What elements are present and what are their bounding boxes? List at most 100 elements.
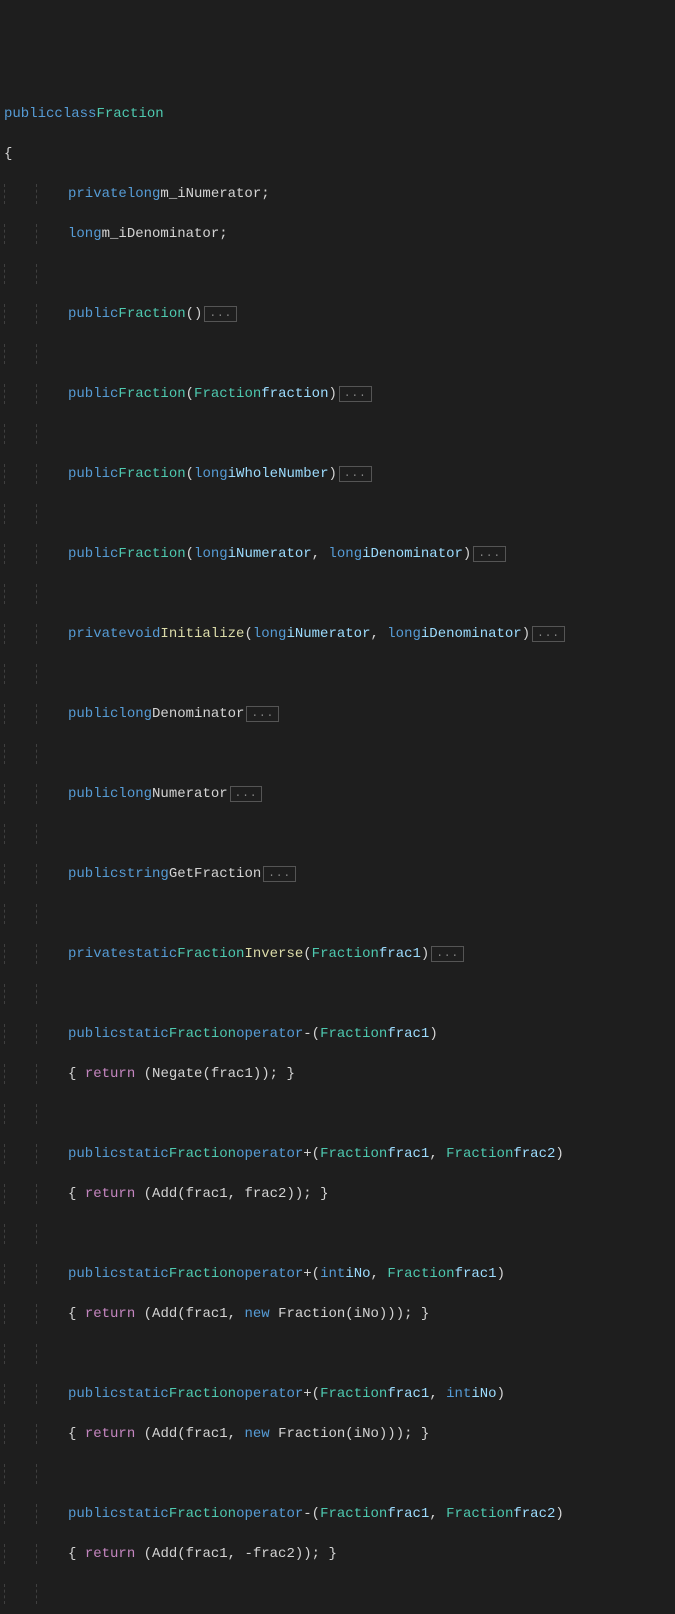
brace: { — [4, 144, 12, 164]
type: long — [253, 624, 287, 644]
param: iDenominator — [362, 544, 463, 564]
type: Fraction — [387, 1264, 454, 1284]
punct: , — [371, 1264, 388, 1284]
punct: ) — [328, 384, 336, 404]
code-line: public Fraction(long iWholeNumber)... — [4, 464, 675, 484]
punct: , — [370, 624, 387, 644]
param: iNumerator — [228, 544, 312, 564]
fold-marker[interactable]: ... — [230, 786, 263, 802]
keyword: public — [68, 1144, 118, 1164]
punct: ) — [522, 624, 530, 644]
blank-line — [4, 1224, 675, 1244]
punct: { — [68, 1544, 85, 1564]
blank-line — [4, 1464, 675, 1484]
type: Fraction — [169, 1024, 236, 1044]
keyword: static — [118, 1024, 168, 1044]
keyword: void — [127, 624, 161, 644]
keyword: operator — [236, 1384, 303, 1404]
param: iNo — [471, 1384, 496, 1404]
keyword: return — [85, 1184, 135, 1204]
keyword: public — [68, 704, 118, 724]
punct: { — [68, 1064, 85, 1084]
keyword: long — [118, 704, 152, 724]
param: frac2 — [513, 1504, 555, 1524]
keyword: public — [68, 1024, 118, 1044]
blank-line — [4, 584, 675, 604]
method: Fraction — [118, 304, 185, 324]
type: int — [320, 1264, 345, 1284]
type: Fraction — [194, 384, 261, 404]
body: Fraction(iNo))); } — [270, 1424, 430, 1444]
method: Initialize — [160, 624, 244, 644]
param: iDenominator — [421, 624, 522, 644]
type: Fraction — [177, 944, 244, 964]
property: Denominator — [152, 704, 244, 724]
punct: ; — [219, 224, 227, 244]
fold-marker[interactable]: ... — [263, 866, 296, 882]
keyword: private — [68, 944, 127, 964]
body: (Add(frac1, -frac2)); } — [135, 1544, 337, 1564]
fold-marker[interactable]: ... — [473, 546, 506, 562]
fold-marker[interactable]: ... — [246, 706, 279, 722]
body: (Add(frac1, — [135, 1304, 244, 1324]
keyword: long — [68, 224, 102, 244]
keyword: private — [68, 624, 127, 644]
keyword: long — [118, 784, 152, 804]
punct: , — [312, 544, 329, 564]
keyword: class — [54, 104, 96, 124]
punct: ) — [555, 1504, 563, 1524]
code-line: public static Fraction operator -(Fracti… — [4, 1504, 675, 1524]
punct: ( — [186, 464, 194, 484]
type: Fraction — [320, 1144, 387, 1164]
code-line: private static Fraction Inverse(Fraction… — [4, 944, 675, 964]
fold-marker[interactable]: ... — [339, 386, 372, 402]
method: Fraction — [118, 384, 185, 404]
blank-line — [4, 264, 675, 284]
type: Fraction — [446, 1504, 513, 1524]
keyword: public — [68, 304, 118, 324]
type: Fraction — [320, 1024, 387, 1044]
punct: ) — [555, 1144, 563, 1164]
fold-marker[interactable]: ... — [431, 946, 464, 962]
fold-marker[interactable]: ... — [532, 626, 565, 642]
blank-line — [4, 424, 675, 444]
fold-marker[interactable]: ... — [339, 466, 372, 482]
code-line: { return (Add(frac1, new Fraction(iNo)))… — [4, 1424, 675, 1444]
punct: ( — [186, 544, 194, 564]
body: (Add(frac1, — [135, 1424, 244, 1444]
keyword: public — [68, 864, 118, 884]
code-line: public static Fraction operator +(Fracti… — [4, 1384, 675, 1404]
keyword: public — [68, 1384, 118, 1404]
keyword: operator — [236, 1264, 303, 1284]
keyword: return — [85, 1064, 135, 1084]
blank-line — [4, 984, 675, 1004]
keyword: return — [85, 1544, 135, 1564]
keyword: public — [68, 1264, 118, 1284]
punct: ) — [497, 1264, 505, 1284]
code-editor[interactable]: public class Fraction { private long m_i… — [0, 80, 675, 1614]
blank-line — [4, 744, 675, 764]
blank-line — [4, 344, 675, 364]
keyword: static — [118, 1384, 168, 1404]
type: long — [328, 544, 362, 564]
method: Fraction — [118, 544, 185, 564]
type: long — [194, 464, 228, 484]
blank-line — [4, 904, 675, 924]
body: Fraction(iNo))); } — [270, 1304, 430, 1324]
keyword: string — [118, 864, 168, 884]
keyword: operator — [236, 1504, 303, 1524]
param: frac1 — [387, 1384, 429, 1404]
punct: { — [68, 1184, 85, 1204]
punct: -( — [303, 1024, 320, 1044]
param: iNo — [345, 1264, 370, 1284]
code-line: private void Initialize(long iNumerator,… — [4, 624, 675, 644]
type: int — [446, 1384, 471, 1404]
fold-marker[interactable]: ... — [204, 306, 237, 322]
punct: ) — [328, 464, 336, 484]
keyword: public — [4, 104, 54, 124]
blank-line — [4, 1104, 675, 1124]
type: Fraction — [320, 1384, 387, 1404]
type: Fraction — [320, 1504, 387, 1524]
punct: +( — [303, 1264, 320, 1284]
keyword: operator — [236, 1144, 303, 1164]
